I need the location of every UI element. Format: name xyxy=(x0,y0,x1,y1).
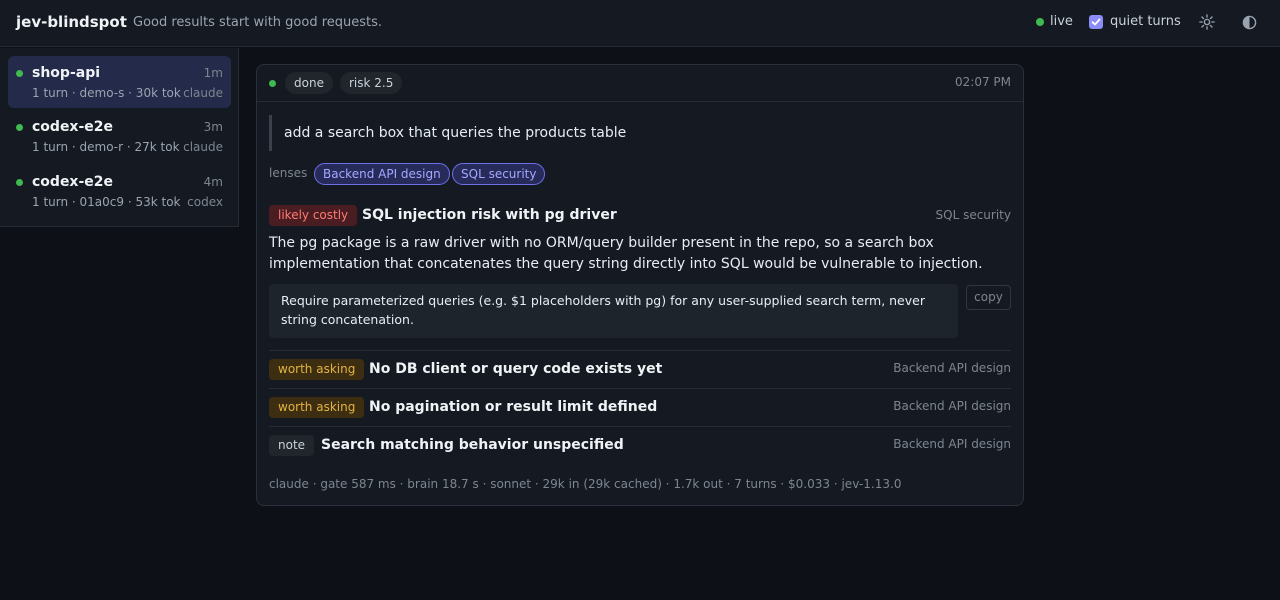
lens-chip[interactable]: Backend API design xyxy=(314,163,450,185)
session-name: codex-e2e xyxy=(32,119,114,135)
quiet-turns-label: quiet turns xyxy=(1110,14,1181,29)
session-age: 3m xyxy=(203,120,223,134)
finding-body: The pg package is a raw driver with no O… xyxy=(269,235,983,272)
status-dot-icon xyxy=(269,80,276,87)
turn-stats-footer: claude · gate 587 ms · brain 18.7 s · so… xyxy=(269,477,902,491)
app-name: jev-blindspot xyxy=(16,13,127,31)
status-dot-icon xyxy=(16,124,23,131)
session-name: codex-e2e xyxy=(32,174,114,190)
risk-badge: risk 2.5 xyxy=(340,72,403,94)
session-agent: codex xyxy=(187,195,223,209)
session-agent: claude xyxy=(183,140,223,154)
divider xyxy=(269,350,1011,351)
session-meta: 1 turn · demo-s · 30k tok xyxy=(32,86,181,100)
divider xyxy=(269,426,1011,427)
session-age: 1m xyxy=(203,66,223,80)
session-item[interactable]: codex-e2e 4m 1 turn · 01a0c9 · 53k tok c… xyxy=(8,165,231,217)
session-meta: 1 turn · 01a0c9 · 53k tok xyxy=(32,195,181,209)
finding-title[interactable]: No DB client or query code exists yet xyxy=(369,361,662,377)
finding-lens: Backend API design xyxy=(893,437,1011,451)
session-meta: 1 turn · demo-r · 27k tok xyxy=(32,140,180,154)
live-indicator: live xyxy=(1036,14,1073,29)
divider xyxy=(269,388,1011,389)
turn-card: done risk 2.5 02:07 PM add a search box … xyxy=(256,64,1024,506)
tagline: Good results start with good requests. xyxy=(133,15,383,30)
session-name: shop-api xyxy=(32,65,101,81)
checkbox-check-icon xyxy=(1091,18,1101,25)
live-dot-icon xyxy=(1036,17,1044,26)
finding-title[interactable]: SQL injection risk with pg driver xyxy=(362,207,617,223)
severity-badge: note xyxy=(269,435,315,456)
finding-lens: SQL security xyxy=(935,208,1011,222)
finding-lens: Backend API design xyxy=(893,399,1011,413)
severity-badge: likely costly xyxy=(269,205,358,226)
copy-button[interactable]: copy xyxy=(966,285,1011,310)
suggestion-box: Require parameterized queries (e.g. $1 p… xyxy=(269,284,958,338)
quiet-turns-checkbox[interactable] xyxy=(1089,14,1103,29)
lenses-label: lenses xyxy=(269,166,308,180)
status-dot-icon xyxy=(16,70,23,77)
finding-title[interactable]: No pagination or result limit defined xyxy=(369,399,657,415)
quiet-turns-toggle[interactable]: quiet turns xyxy=(1089,14,1181,29)
top-bar: jev-blindspot Good results start with go… xyxy=(0,0,1280,47)
turn-timestamp: 02:07 PM xyxy=(955,75,1011,89)
card-header: done risk 2.5 02:07 PM xyxy=(257,65,1023,102)
session-agent: claude xyxy=(183,86,223,100)
session-item[interactable]: shop-api 1m 1 turn · demo-s · 30k tok cl… xyxy=(8,56,231,108)
finding-lens: Backend API design xyxy=(893,361,1011,375)
session-age: 4m xyxy=(203,175,223,189)
live-label: live xyxy=(1050,14,1073,29)
severity-badge: worth asking xyxy=(269,397,365,418)
status-badge: done xyxy=(285,72,333,94)
user-prompt: add a search box that queries the produc… xyxy=(269,115,769,151)
status-dot-icon xyxy=(16,179,23,186)
severity-badge: worth asking xyxy=(269,359,365,380)
contrast-icon[interactable] xyxy=(1242,15,1257,30)
session-sidebar: shop-api 1m 1 turn · demo-s · 30k tok cl… xyxy=(0,48,239,227)
gear-icon[interactable] xyxy=(1198,13,1216,31)
lens-chip[interactable]: SQL security xyxy=(452,163,546,185)
finding-title[interactable]: Search matching behavior unspecified xyxy=(321,437,624,453)
session-item[interactable]: codex-e2e 3m 1 turn · demo-r · 27k tok c… xyxy=(8,110,231,162)
